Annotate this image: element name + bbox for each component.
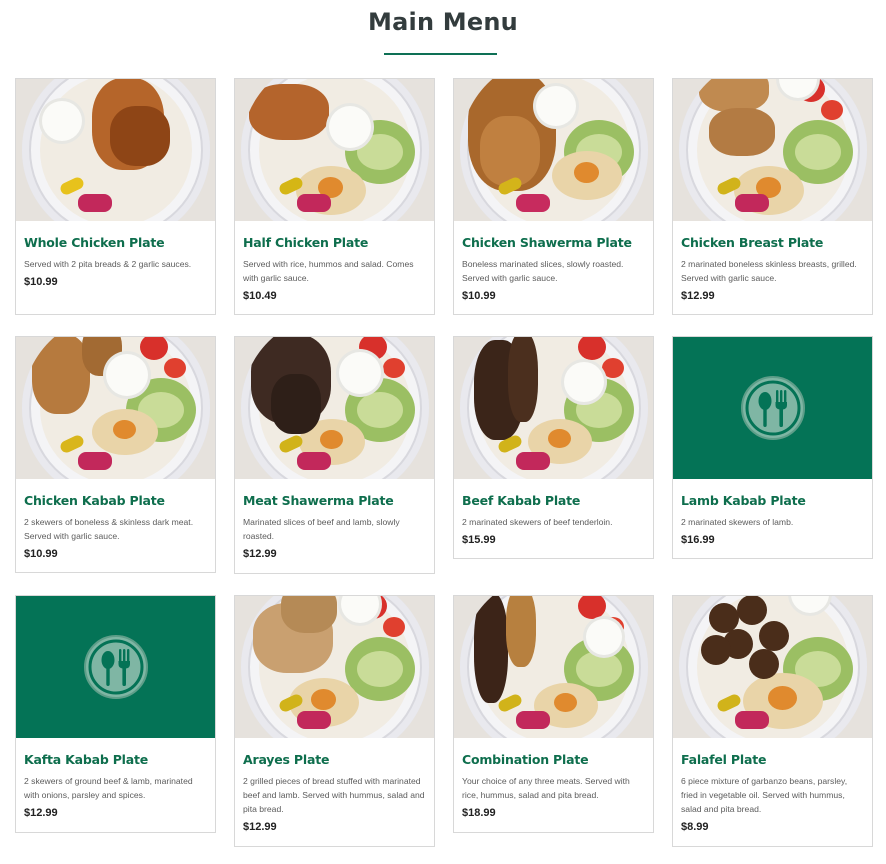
- garlic-sauce-cup: [563, 362, 604, 402]
- menu-item-card[interactable]: Falafel Plate 6 piece mixture of garbanzo…: [672, 595, 873, 847]
- menu-item-price: $18.99: [462, 807, 496, 819]
- menu-item-description: 2 skewers of boneless & skinless dark me…: [24, 517, 194, 541]
- menu-item-card[interactable]: Meat Shawerma Plate Marinated slices of b…: [234, 336, 435, 574]
- dish-photo[interactable]: [16, 79, 215, 221]
- placeholder-image[interactable]: [16, 596, 215, 738]
- menu-item-description: 2 marinated skewers of lamb.: [681, 517, 794, 527]
- garlic-sauce-cup: [105, 354, 148, 396]
- placeholder-image[interactable]: [673, 337, 872, 479]
- menu-item-info: Meat Shawerma Plate Marinated slices of b…: [235, 493, 434, 570]
- menu-item-info: Half Chicken Plate Served with rice, humm…: [235, 235, 434, 312]
- title-underline: [384, 53, 497, 55]
- menu-item-price: $16.99: [681, 534, 715, 546]
- menu-item-description: 2 skewers of ground beef & lamb, marinat…: [24, 776, 193, 800]
- menu-item-card[interactable]: Chicken Breast Plate 2 marinated boneless…: [672, 78, 873, 315]
- menu-item-price: $10.49: [243, 290, 277, 302]
- garlic-sauce-cup: [338, 352, 381, 394]
- menu-item-description: 6 piece mixture of garbanzo beans, parsl…: [681, 776, 848, 814]
- utensils-icon: [83, 634, 149, 700]
- plate: [21, 79, 210, 221]
- menu-item-name[interactable]: Chicken Shawerma Plate: [462, 235, 645, 253]
- dish-photo[interactable]: [16, 337, 215, 479]
- utensils-icon: [740, 375, 806, 441]
- garlic-sauce-cup: [328, 106, 371, 148]
- menu-item-info: Chicken Kabab Plate 2 skewers of boneless…: [16, 493, 215, 570]
- menu-item-card[interactable]: Arayes Plate 2 grilled pieces of bread st…: [234, 595, 435, 847]
- plate: [678, 596, 867, 738]
- menu-item-description: Marinated slices of beef and lamb, slowl…: [243, 517, 400, 541]
- menu-item-info: Chicken Shawerma Plate Boneless marinated…: [454, 235, 653, 312]
- menu-item-name[interactable]: Kafta Kabab Plate: [24, 752, 207, 770]
- menu-item-description: 2 grilled pieces of bread stuffed with m…: [243, 776, 425, 814]
- plate: [459, 596, 648, 738]
- menu-item-info: Combination Plate Your choice of any thre…: [454, 752, 653, 829]
- menu-item-info: Chicken Breast Plate 2 marinated boneless…: [673, 235, 872, 312]
- page-title: Main Menu: [368, 8, 518, 36]
- menu-item-info: Lamb Kabab Plate 2 marinated skewers of l…: [673, 493, 872, 556]
- menu-item-price: $12.99: [243, 548, 277, 560]
- menu-item-name[interactable]: Beef Kabab Plate: [462, 493, 645, 511]
- menu-item-info: Arayes Plate 2 grilled pieces of bread st…: [235, 752, 434, 843]
- menu-item-description: Your choice of any three meats. Served w…: [462, 776, 630, 800]
- menu-item-card[interactable]: Half Chicken Plate Served with rice, humm…: [234, 78, 435, 315]
- menu-item-info: Kafta Kabab Plate 2 skewers of ground bee…: [16, 752, 215, 829]
- dish-photo[interactable]: [673, 79, 872, 221]
- menu-item-card[interactable]: Beef Kabab Plate 2 marinated skewers of b…: [453, 336, 654, 559]
- menu-item-card[interactable]: Lamb Kabab Plate 2 marinated skewers of l…: [672, 336, 873, 559]
- plate: [240, 337, 429, 479]
- dish-photo[interactable]: [235, 596, 434, 738]
- plate: [459, 79, 648, 221]
- menu-item-price: $10.99: [24, 548, 58, 560]
- menu-item-price: $8.99: [681, 821, 709, 833]
- menu-item-price: $15.99: [462, 534, 496, 546]
- menu-item-card[interactable]: Chicken Shawerma Plate Boneless marinated…: [453, 78, 654, 315]
- plate: [240, 596, 429, 738]
- dish-photo[interactable]: [235, 337, 434, 479]
- menu-item-card[interactable]: Kafta Kabab Plate 2 skewers of ground bee…: [15, 595, 216, 833]
- menu-item-price: $12.99: [243, 821, 277, 833]
- plate: [459, 337, 648, 479]
- dish-photo[interactable]: [235, 79, 434, 221]
- menu-item-price: $12.99: [681, 290, 715, 302]
- dish-photo[interactable]: [673, 596, 872, 738]
- menu-item-card[interactable]: Combination Plate Your choice of any thre…: [453, 595, 654, 833]
- plate: [21, 337, 210, 479]
- menu-item-description: 2 marinated boneless skinless breasts, g…: [681, 259, 857, 283]
- menu-item-name[interactable]: Combination Plate: [462, 752, 645, 770]
- menu-item-name[interactable]: Falafel Plate: [681, 752, 864, 770]
- menu-item-price: $10.99: [24, 276, 58, 288]
- menu-item-description: 2 marinated skewers of beef tenderloin.: [462, 517, 613, 527]
- menu-item-info: Beef Kabab Plate 2 marinated skewers of b…: [454, 493, 653, 556]
- menu-item-name[interactable]: Chicken Kabab Plate: [24, 493, 207, 511]
- menu-item-description: Boneless marinated slices, slowly roaste…: [462, 259, 624, 283]
- menu-item-name[interactable]: Meat Shawerma Plate: [243, 493, 426, 511]
- plate: [678, 79, 867, 221]
- menu-item-name[interactable]: Lamb Kabab Plate: [681, 493, 864, 511]
- menu-item-name[interactable]: Chicken Breast Plate: [681, 235, 864, 253]
- menu-item-name[interactable]: Whole Chicken Plate: [24, 235, 207, 253]
- menu-item-description: Served with 2 pita breads & 2 garlic sau…: [24, 259, 192, 269]
- menu-item-price: $10.99: [462, 290, 496, 302]
- garlic-sauce-cup: [585, 619, 622, 655]
- dish-photo[interactable]: [454, 79, 653, 221]
- dish-photo[interactable]: [454, 596, 653, 738]
- menu-item-card[interactable]: Whole Chicken Plate Served with 2 pita br…: [15, 78, 216, 315]
- menu-item-info: Falafel Plate 6 piece mixture of garbanzo…: [673, 752, 872, 843]
- garlic-sauce-cup: [535, 86, 576, 126]
- garlic-sauce-cup: [41, 101, 82, 141]
- menu-item-price: $12.99: [24, 807, 58, 819]
- menu-item-name[interactable]: Arayes Plate: [243, 752, 426, 770]
- menu-item-info: Whole Chicken Plate Served with 2 pita br…: [16, 235, 215, 298]
- menu-item-description: Served with rice, hummos and salad. Come…: [243, 259, 414, 283]
- dish-photo[interactable]: [454, 337, 653, 479]
- menu-item-name[interactable]: Half Chicken Plate: [243, 235, 426, 253]
- menu-item-card[interactable]: Chicken Kabab Plate 2 skewers of boneless…: [15, 336, 216, 573]
- plate: [240, 79, 429, 221]
